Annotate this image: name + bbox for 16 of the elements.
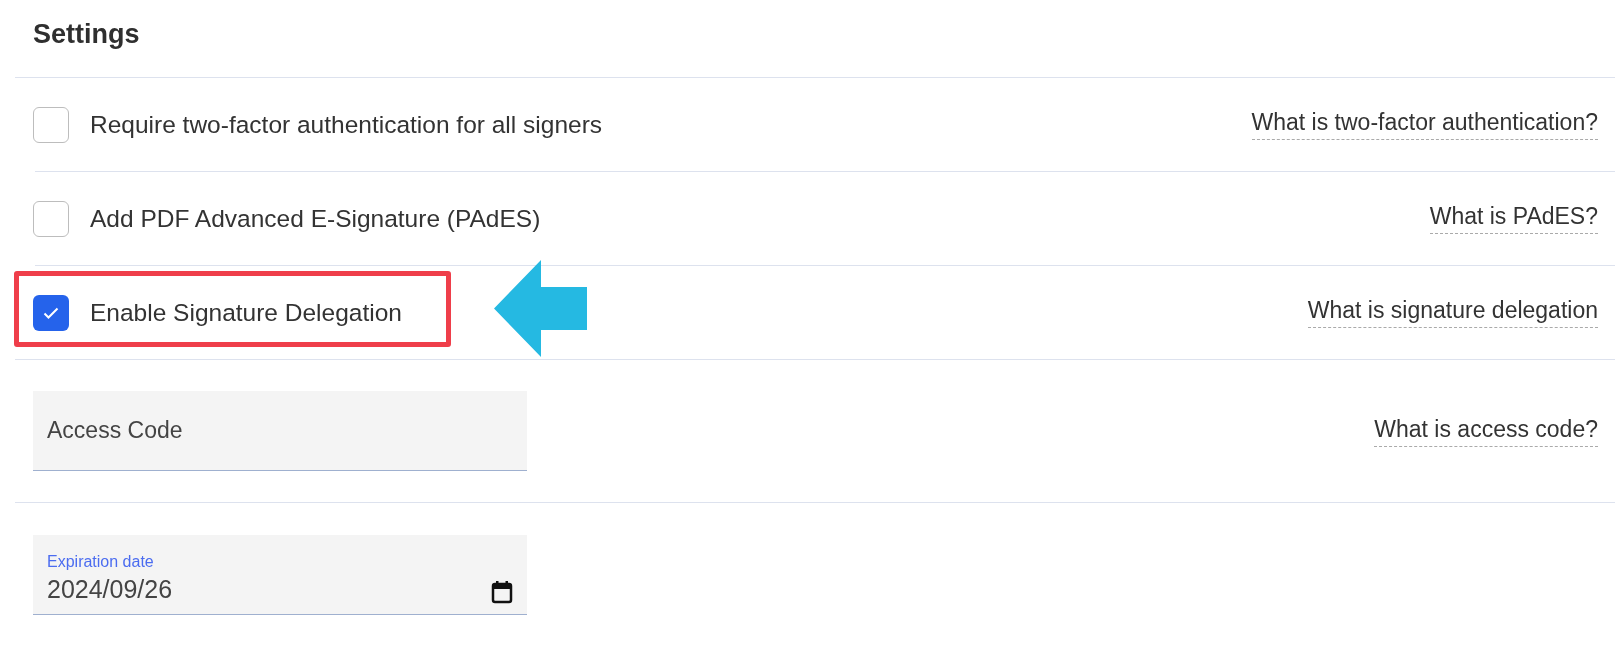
date-field[interactable]: Expiration date 2024/09/26	[33, 535, 527, 615]
checkbox[interactable]	[33, 294, 69, 331]
help-link[interactable]: What is access code?	[1374, 415, 1598, 447]
option-label: Add PDF Advanced E-Signature (PAdES)	[90, 204, 541, 233]
option-label: Require two-factor authentication for all signers	[90, 110, 603, 139]
checkbox[interactable]	[33, 106, 69, 143]
checkbox[interactable]	[33, 200, 69, 237]
page-title: Settings	[32, 18, 141, 51]
calendar-icon[interactable]	[491, 580, 513, 604]
help-link[interactable]: What is two-factor authentication?	[1251, 109, 1598, 140]
check-icon	[43, 306, 59, 319]
arrow-icon	[494, 259, 588, 357]
help-link[interactable]: What is signature delegation	[1307, 297, 1598, 328]
access-code-field[interactable]: Access Code	[33, 391, 527, 471]
option-label: Enable Signature Delegation	[90, 298, 402, 327]
help-link[interactable]: What is PAdES?	[1429, 203, 1598, 234]
